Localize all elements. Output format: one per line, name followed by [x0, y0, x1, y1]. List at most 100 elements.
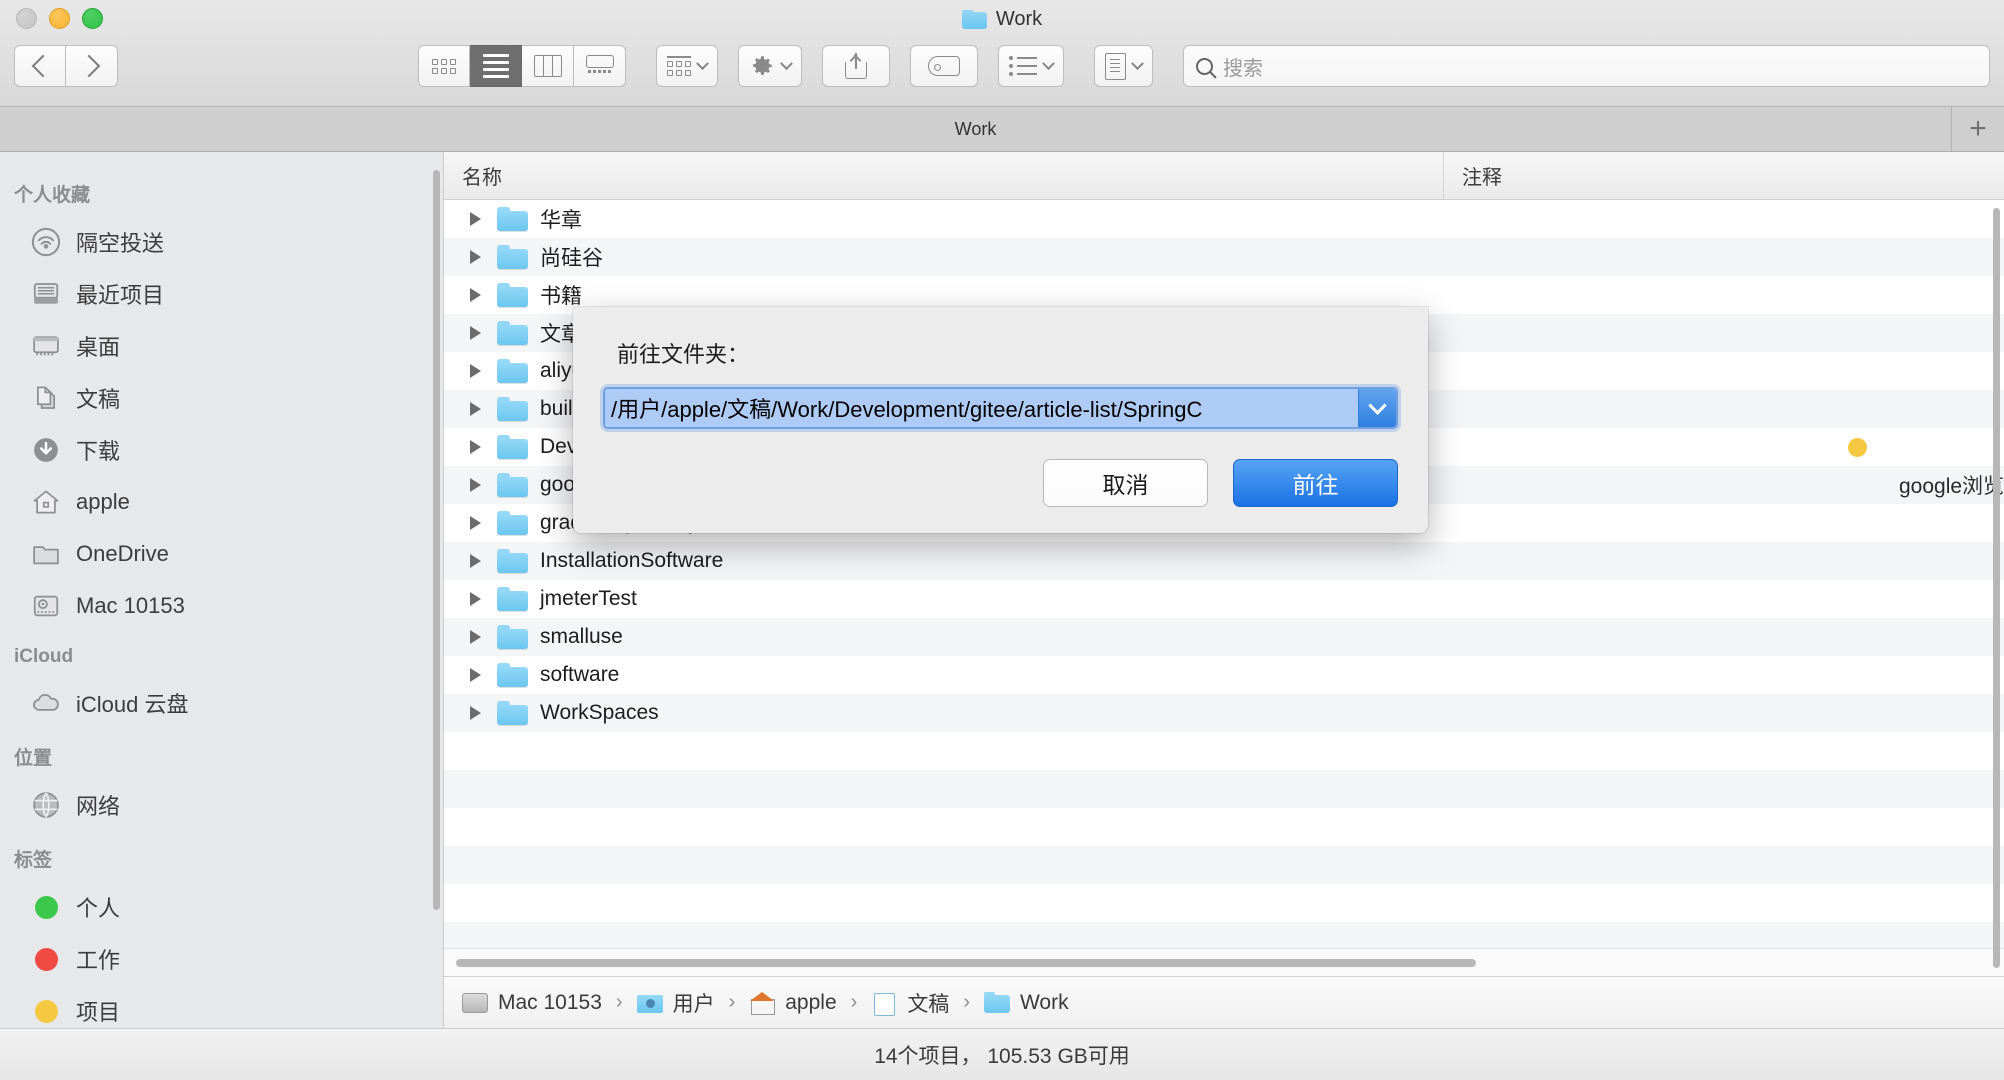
- breadcrumb-item-work[interactable]: Work: [983, 991, 1069, 1015]
- breadcrumb-label: 用户: [672, 992, 715, 1016]
- column-header-comment[interactable]: 注释: [1444, 161, 1502, 190]
- disclosure-triangle-icon[interactable]: [470, 592, 481, 606]
- sidebar-item-label: 最近项目: [76, 283, 165, 308]
- cloud-icon: [30, 687, 62, 719]
- chevron-down-icon: [696, 56, 709, 70]
- folder-icon: [497, 549, 528, 573]
- sidebar-tag-personal[interactable]: 个人: [0, 881, 443, 933]
- forward-button[interactable]: [66, 45, 118, 87]
- folder-icon: [30, 538, 62, 570]
- sidebar-tag-work[interactable]: 工作: [0, 933, 443, 985]
- toolbar: Work 搜索: [0, 0, 2004, 107]
- disclosure-triangle-icon[interactable]: [470, 706, 481, 720]
- go-to-folder-label: 前往文件夹：: [617, 342, 750, 367]
- table-row[interactable]: InstallationSoftware: [444, 542, 2004, 580]
- breadcrumb-label: 文稿: [907, 992, 950, 1016]
- column-header-name[interactable]: 名称: [444, 152, 1444, 199]
- go-button[interactable]: 前往: [1233, 459, 1398, 507]
- sidebar-item-apple-home[interactable]: apple: [0, 476, 443, 528]
- disclosure-triangle-icon[interactable]: [470, 630, 481, 644]
- sidebar-scrollbar[interactable]: [433, 170, 440, 910]
- empty-row: [444, 884, 2004, 922]
- disclosure-triangle-icon[interactable]: [470, 364, 481, 378]
- horizontal-scrollbar[interactable]: [444, 948, 2004, 976]
- edit-tags-button[interactable]: [910, 45, 978, 87]
- search-field[interactable]: 搜索: [1183, 45, 1990, 87]
- horizontal-scrollbar-thumb[interactable]: [456, 958, 1476, 967]
- cancel-button[interactable]: 取消: [1043, 459, 1208, 507]
- action-menu-button[interactable]: [738, 45, 802, 87]
- breadcrumb-item-documents[interactable]: 文稿: [871, 988, 949, 1018]
- disclosure-triangle-icon[interactable]: [470, 288, 481, 302]
- sidebar-item-mac-10153[interactable]: Mac 10153: [0, 580, 443, 632]
- documents-icon: [871, 992, 897, 1016]
- harddisk-icon: [462, 992, 488, 1013]
- icon-view-button[interactable]: [418, 45, 470, 87]
- folder-path-combobox[interactable]: [603, 387, 1398, 429]
- disclosure-triangle-icon[interactable]: [470, 478, 481, 492]
- table-row[interactable]: WorkSpaces: [444, 694, 2004, 732]
- sidebar-item-onedrive[interactable]: OneDrive: [0, 528, 443, 580]
- disclosure-triangle-icon[interactable]: [470, 326, 481, 340]
- folder-icon: [497, 359, 528, 383]
- sidebar: 个人收藏 隔空投送 最近项目 桌面 文稿 下载 apple OneDrive M…: [0, 152, 444, 1028]
- gallery-view-button[interactable]: [574, 45, 626, 87]
- table-row[interactable]: jmeterTest: [444, 580, 2004, 618]
- file-name: smalluse: [540, 625, 623, 648]
- sidebar-tag-project[interactable]: 项目: [0, 985, 443, 1028]
- disclosure-triangle-icon[interactable]: [470, 554, 481, 568]
- sidebar-item-label: OneDrive: [76, 541, 169, 566]
- breadcrumb-item-apple[interactable]: apple: [749, 991, 837, 1015]
- window-title: Work: [0, 4, 2004, 34]
- table-row[interactable]: 华章: [444, 200, 2004, 238]
- sidebar-heading-icloud: iCloud: [14, 646, 74, 667]
- new-tab-button[interactable]: +: [1952, 107, 2004, 151]
- arrange-button[interactable]: [656, 45, 718, 87]
- column-view-button[interactable]: [522, 45, 574, 87]
- network-icon: [30, 789, 62, 821]
- list-view-button[interactable]: [470, 45, 522, 87]
- tab-work[interactable]: Work: [0, 107, 1952, 151]
- file-name: jmeterTest: [540, 587, 637, 610]
- window-body: 个人收藏 隔空投送 最近项目 桌面 文稿 下载 apple OneDrive M…: [0, 152, 2004, 1028]
- search-placeholder: 搜索: [1223, 57, 1263, 80]
- empty-row: [444, 846, 2004, 884]
- disclosure-triangle-icon[interactable]: [470, 250, 481, 264]
- recents-icon: [30, 278, 62, 310]
- folder-icon: [497, 397, 528, 421]
- sidebar-item-desktop[interactable]: 桌面: [0, 320, 443, 372]
- folder-icon: [497, 587, 528, 611]
- disclosure-triangle-icon[interactable]: [470, 440, 481, 454]
- tag-dot-icon: [30, 943, 62, 975]
- breadcrumb-item-mac-10153[interactable]: Mac 10153: [462, 991, 602, 1015]
- table-row[interactable]: 尚硅谷: [444, 238, 2004, 276]
- folder-icon: [983, 991, 1010, 1014]
- table-row[interactable]: smalluse: [444, 618, 2004, 656]
- breadcrumb-item-users[interactable]: 用户: [636, 988, 715, 1018]
- table-row[interactable]: software: [444, 656, 2004, 694]
- sidebar-item-downloads[interactable]: 下载: [0, 424, 443, 476]
- disclosure-triangle-icon[interactable]: [470, 668, 481, 682]
- share-button[interactable]: [822, 45, 890, 87]
- chevron-down-icon: [1042, 56, 1055, 70]
- sidebar-item-documents[interactable]: 文稿: [0, 372, 443, 424]
- sidebar-item-label: iCloud 云盘: [76, 692, 189, 717]
- disclosure-triangle-icon[interactable]: [470, 516, 481, 530]
- breadcrumb-separator: ›: [850, 991, 858, 1013]
- preview-pane-button[interactable]: [1094, 45, 1153, 87]
- sidebar-item-icloud-drive[interactable]: iCloud 云盘: [0, 677, 443, 729]
- go-to-folder-dialog: 前往文件夹： 取消 前往: [573, 307, 1428, 533]
- sidebar-item-network[interactable]: 网络: [0, 779, 443, 831]
- toolbar-row: 搜索: [0, 40, 2004, 92]
- path-dropdown-button[interactable]: [1358, 389, 1396, 427]
- disclosure-triangle-icon[interactable]: [470, 402, 481, 416]
- folder-icon: [497, 245, 528, 269]
- folder-path-input[interactable]: [605, 389, 1358, 427]
- back-button[interactable]: [14, 45, 66, 87]
- documents-icon: [30, 382, 62, 414]
- disclosure-triangle-icon[interactable]: [470, 212, 481, 226]
- group-by-button[interactable]: [998, 45, 1064, 87]
- file-list-scrollbar[interactable]: [1993, 208, 2000, 968]
- sidebar-item-airdrop[interactable]: 隔空投送: [0, 216, 443, 268]
- sidebar-item-recents[interactable]: 最近项目: [0, 268, 443, 320]
